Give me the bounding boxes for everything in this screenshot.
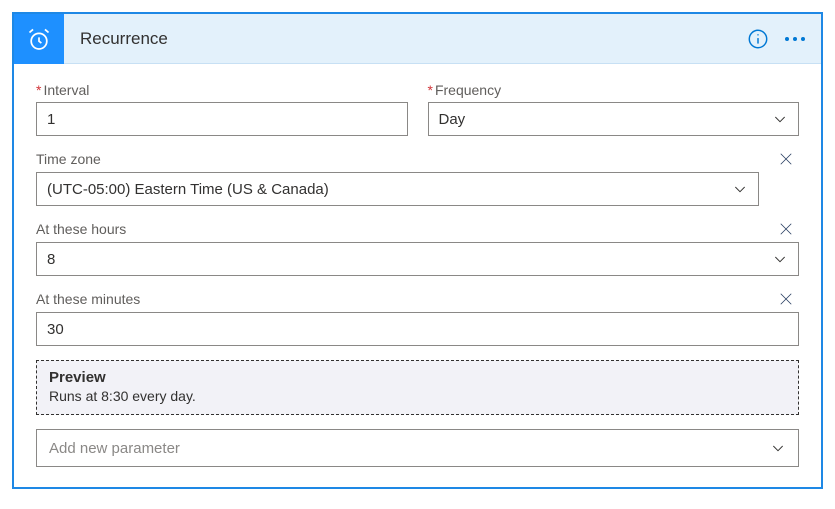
card-title: Recurrence [64,29,747,49]
hours-value: 8 [47,251,55,268]
frequency-value: Day [439,111,466,128]
interval-input[interactable]: 1 [36,102,408,136]
minutes-input[interactable]: 30 [36,312,799,346]
recurrence-card: Recurrence *Interval 1 *Frequency [12,12,823,489]
minutes-value: 30 [47,321,64,338]
hours-label: At these hours [36,221,126,237]
clock-icon [14,14,64,64]
interval-value: 1 [47,111,55,128]
chevron-down-icon [732,181,748,197]
more-menu-icon[interactable] [785,37,805,41]
card-body: *Interval 1 *Frequency Day Time zone (UT… [14,64,821,487]
preview-box: Preview Runs at 8:30 every day. [36,360,799,415]
header-actions [747,28,821,50]
hours-select[interactable]: 8 [36,242,799,276]
remove-minutes-icon[interactable] [777,290,795,308]
preview-title: Preview [49,369,786,386]
interval-label: *Interval [36,82,408,98]
timezone-label: Time zone [36,151,101,167]
preview-text: Runs at 8:30 every day. [49,388,786,404]
info-icon[interactable] [747,28,769,50]
add-parameter-placeholder: Add new parameter [49,440,180,457]
frequency-label: *Frequency [428,82,800,98]
remove-hours-icon[interactable] [777,220,795,238]
add-parameter-select[interactable]: Add new parameter [36,429,799,467]
chevron-down-icon [772,251,788,267]
frequency-select[interactable]: Day [428,102,800,136]
remove-timezone-icon[interactable] [777,150,795,168]
chevron-down-icon [772,111,788,127]
minutes-label: At these minutes [36,291,140,307]
chevron-down-icon [770,440,786,456]
timezone-value: (UTC-05:00) Eastern Time (US & Canada) [47,181,329,198]
timezone-select[interactable]: (UTC-05:00) Eastern Time (US & Canada) [36,172,759,206]
card-header: Recurrence [14,14,821,64]
